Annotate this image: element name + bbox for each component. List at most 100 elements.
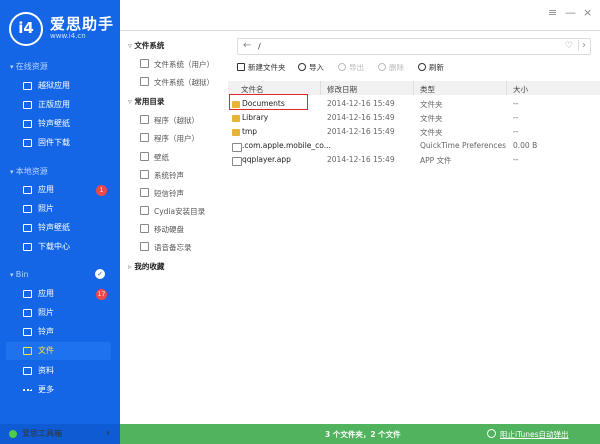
app-store-icon [23,101,32,109]
tree-item[interactable]: 程序（越狱） [140,115,199,126]
refresh-icon [418,63,426,71]
col-size[interactable]: 大小 [513,84,528,95]
import-button[interactable]: 导入 [298,62,324,73]
size: -- [513,113,519,122]
tree-label: 系统铃声 [154,171,184,180]
app-name: 爱思助手 [50,15,115,33]
size: -- [513,127,519,136]
tree-common[interactable]: 常用目录 [128,96,164,107]
col-date[interactable]: 修改日期 [327,84,357,95]
col-type[interactable]: 类型 [420,84,435,95]
minimize-button[interactable]: — [565,6,576,19]
date: 2014-12-16 15:49 [327,99,395,108]
sidebar-item-label: 文件 [38,346,54,355]
toolbox-button[interactable]: 爱思工具箱 › [0,424,120,444]
sidebar-item-device-photos[interactable]: 照片 [6,304,111,322]
back-arrow-icon[interactable]: ← [243,40,251,51]
sidebar-item-device-ringtones[interactable]: 铃声 [6,323,111,341]
export-icon [338,63,346,71]
heart-icon[interactable]: ♡ [565,41,573,51]
tree-item[interactable]: 文件系统（用户） [140,59,214,70]
export-button[interactable]: 导出 [338,62,364,73]
date: 2014-12-16 15:49 [327,113,395,122]
status-bar: 3 个文件夹，2 个文件 阻止iTunes自动弹出 [120,424,600,444]
tree-item[interactable]: 短信铃声 [140,188,184,199]
tree-label: 语音备忘录 [154,243,192,252]
tree-item[interactable]: 壁纸 [140,152,169,163]
address-bar[interactable]: ← / ♡ › [237,38,591,55]
tree-label: 程序（越狱） [154,116,199,125]
tree-item[interactable]: 文件系统（越狱） [140,77,214,88]
item-count: 3 个文件夹，2 个文件 [325,430,401,439]
sidebar-item-firmware[interactable]: 固件下载 [6,134,111,152]
sidebar-item-info[interactable]: 资料 [6,362,111,380]
path-input[interactable]: / [258,42,261,51]
table-row[interactable]: Library 2014-12-16 15:49 文件夹 -- [228,111,600,125]
tree-item[interactable]: 系统铃声 [140,170,184,181]
table-row[interactable]: qqplayer.app 2014-12-16 15:49 APP 文件 -- [228,153,600,167]
button-label: 导出 [349,63,364,72]
sidebar-item-label: 铃声 [38,327,54,336]
delete-icon [378,63,386,71]
highlight-box [229,94,308,110]
tree-filesystem[interactable]: 文件系统 [128,40,164,51]
new-folder-button[interactable]: 新建文件夹 [237,62,286,73]
type: 文件夹 [420,100,443,109]
sidebar-item-downloads[interactable]: 下载中心 [6,238,111,256]
tree-item[interactable]: 移动硬盘 [140,224,184,235]
radio-icon[interactable] [487,429,496,438]
download-icon [23,243,32,251]
block-itunes-toggle[interactable]: 阻止iTunes自动弹出 [500,429,569,440]
tree-item[interactable]: 程序（用户） [140,133,199,144]
section-local[interactable]: 本地资源 [10,166,48,177]
file-name: .com.apple.mobile_co... [232,141,331,152]
tree-label: 移动硬盘 [154,225,184,234]
close-button[interactable]: × [583,6,592,19]
sidebar-item-label: 下载中心 [38,242,70,251]
check-icon [9,430,17,438]
sidebar-item-ringtone-wallpaper[interactable]: 铃声壁纸 [6,115,111,133]
button-label: 刷新 [429,63,444,72]
tree-item[interactable]: Cydia安装目录 [140,206,205,217]
ringtone-wallpaper-icon [23,120,32,128]
sidebar-item-local-photos[interactable]: 照片 [6,200,111,218]
connected-check-icon: ✓ [95,269,105,279]
section-device[interactable]: Bin [10,270,29,279]
tree-item[interactable]: 语音备忘录 [140,242,192,253]
sidebar-item-label: 铃声壁纸 [38,119,70,128]
folder-icon [140,77,149,86]
delete-button[interactable]: 删除 [378,62,404,73]
refresh-button[interactable]: 刷新 [418,62,444,73]
sidebar-item-label: 更多 [38,385,54,394]
app-url: www.i4.cn [50,32,86,40]
size: -- [513,99,519,108]
tree-favorites[interactable]: 我的收藏 [128,261,164,272]
sidebar-item-local-ringtones[interactable]: 铃声壁纸 [6,219,111,237]
tree-label: 文件系统（越狱） [154,78,214,87]
bell-icon [140,188,149,197]
type: 文件夹 [420,128,443,137]
directory-tree: 文件系统 文件系统（用户） 文件系统（越狱） 常用目录 程序（越狱） 程序（用户… [120,30,228,424]
ringtone-wallpaper-icon [23,224,32,232]
date: 2014-12-16 15:49 [327,127,395,136]
sidebar-item-official-apps[interactable]: 正版应用 [6,96,111,114]
tree-label: Cydia安装目录 [154,207,206,216]
badge: 17 [96,289,107,300]
button-label: 导入 [309,63,324,72]
forward-arrow-icon[interactable]: › [578,40,586,51]
sidebar-item-device-apps[interactable]: 应用 17 [6,285,111,303]
sidebar-item-label: 固件下载 [38,138,70,147]
sidebar-item-jailbreak-apps[interactable]: 越狱应用 [6,77,111,95]
firmware-icon [23,139,32,147]
table-row[interactable]: tmp 2014-12-16 15:49 文件夹 -- [228,125,600,139]
tree-label: 程序（用户） [154,134,199,143]
tree-label: 短信铃声 [154,189,184,198]
menu-icon[interactable]: ≡ [548,6,557,19]
sidebar-item-local-apps[interactable]: 应用 1 [6,181,111,199]
table-row[interactable]: .com.apple.mobile_co... QuickTime Prefere… [228,139,600,153]
sidebar-item-more[interactable]: 更多 [6,381,111,399]
voice-memo-icon [140,242,149,251]
section-online[interactable]: 在线资源 [10,61,48,72]
sidebar-item-files[interactable]: 文件 [6,342,111,360]
files-icon [23,347,32,355]
